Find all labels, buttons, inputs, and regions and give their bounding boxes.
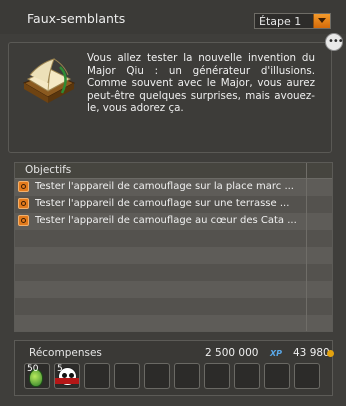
- objectives-label: Objectifs: [25, 164, 72, 176]
- quest-title: Faux-semblants: [27, 11, 126, 26]
- empty-reward-slot: [264, 363, 290, 389]
- empty-reward-slot: [174, 363, 200, 389]
- objective-icon: [18, 181, 29, 192]
- empty-row: [15, 315, 332, 331]
- empty-row: [15, 247, 332, 264]
- empty-reward-slot: [204, 363, 230, 389]
- objective-row[interactable]: Tester l'appareil de camouflage au cœur …: [15, 213, 332, 230]
- step-label: Étape 1: [259, 15, 302, 28]
- objective-text: Tester l'appareil de camouflage sur la p…: [35, 181, 294, 192]
- empty-reward-slot: [84, 363, 110, 389]
- empty-row: [15, 230, 332, 247]
- kama-icon: [327, 350, 334, 357]
- rewards-box: Récompenses 2 500 000 XP 43 980 50 5: [14, 340, 334, 396]
- item-quantity: 50: [27, 364, 39, 374]
- empty-row: [15, 281, 332, 298]
- book-icon: [22, 58, 76, 103]
- quest-header: Faux-semblants Étape 1: [0, 0, 346, 34]
- empty-row: [15, 298, 332, 315]
- reward-slot[interactable]: 5: [54, 363, 80, 389]
- kamas-amount: 43 980: [293, 347, 330, 359]
- xp-icon: XP: [270, 349, 283, 358]
- reward-slot[interactable]: 50: [24, 363, 50, 389]
- objective-icon: [18, 215, 29, 226]
- objective-text: Tester l'appareil de camouflage au cœur …: [35, 215, 297, 226]
- quest-description: Vous allez tester la nouvelle invention …: [87, 52, 315, 114]
- rewards-label: Récompenses: [29, 347, 102, 359]
- chevron-down-icon[interactable]: [313, 14, 330, 28]
- objective-row[interactable]: Tester l'appareil de camouflage sur la p…: [15, 179, 332, 196]
- empty-reward-slot: [144, 363, 170, 389]
- objective-row[interactable]: Tester l'appareil de camouflage sur une …: [15, 196, 332, 213]
- objectives-header: Objectifs: [15, 163, 332, 179]
- empty-reward-slot: [114, 363, 140, 389]
- column-divider: [306, 163, 307, 331]
- objective-text: Tester l'appareil de camouflage sur une …: [35, 198, 290, 209]
- quest-panel: Faux-semblants Étape 1 ••• Vous allez te…: [0, 0, 346, 406]
- xp-amount: 2 500 000: [205, 347, 259, 359]
- step-select[interactable]: Étape 1: [254, 13, 331, 29]
- empty-reward-slot: [294, 363, 320, 389]
- objectives-box: Objectifs Tester l'appareil de camouflag…: [14, 162, 333, 332]
- item-quantity: 5: [57, 364, 63, 374]
- empty-reward-slot: [234, 363, 260, 389]
- empty-row: [15, 264, 332, 281]
- more-options-icon[interactable]: •••: [325, 33, 344, 51]
- objective-icon: [18, 198, 29, 209]
